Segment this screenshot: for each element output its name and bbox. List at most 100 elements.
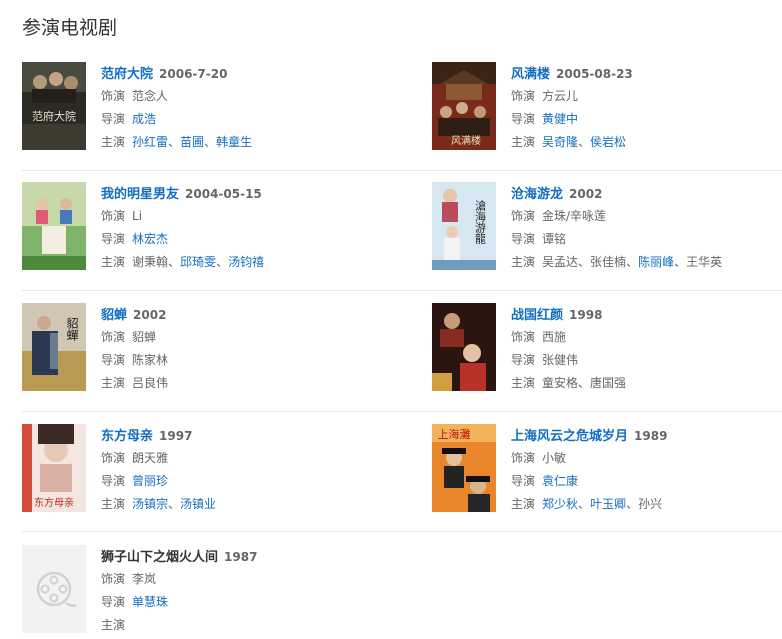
director-label: 导演 (101, 232, 126, 246)
cast-line: 主演 汤镇宗、汤镇业 (101, 495, 381, 513)
cast-name-link[interactable]: 苗圃 (180, 135, 204, 149)
director-line: 导演 袁仁康 (511, 472, 782, 490)
drama-item: 滄海游龍 沧海游龙 2002 饰演 金珠/辛咏莲 导演 谭铭 主演 吴孟达、张佳楠、陈丽峰、王华… (432, 182, 782, 272)
role-label: 饰演 (101, 209, 126, 223)
drama-date: 2002 (569, 187, 603, 201)
cast-name-link[interactable]: 陈丽峰 (638, 255, 674, 269)
drama-poster[interactable]: 上海灘 (432, 424, 496, 512)
director-name-link[interactable]: 成浩 (132, 112, 156, 126)
drama-title-link[interactable]: 东方母亲 (101, 429, 153, 444)
director-name-link[interactable]: 曾丽珍 (132, 474, 168, 488)
role-line: 饰演 西施 (511, 328, 782, 346)
drama-poster[interactable] (22, 182, 86, 270)
cast-label: 主演 (101, 618, 126, 632)
cast-label: 主演 (511, 497, 536, 511)
drama-item: 东方母亲 东方母亲 1997 饰演 朗天雅 导演 曾丽珍 主演 汤镇宗、汤镇业 (22, 424, 372, 514)
drama-date: 1989 (634, 429, 668, 443)
name-separator: 、 (674, 255, 687, 269)
drama-info: 战国红颜 1998 饰演 西施 导演 张健伟 主演 童安格、唐国强 (511, 303, 782, 392)
drama-item: 风满楼 风满楼 2005-08-23 饰演 方云儿 导演 黄健中 主演 吴奇隆、侯岩松 (432, 62, 782, 152)
svg-text:上海灘: 上海灘 (438, 427, 471, 441)
cast-name-link[interactable]: 汤钧禧 (228, 255, 264, 269)
role-name: 范念人 (132, 89, 169, 103)
cast-name-link[interactable]: 汤镇业 (180, 497, 216, 511)
cast-name-link[interactable]: 汤镇宗 (132, 497, 168, 511)
section-title: 参演电视剧 (22, 17, 118, 39)
drama-poster[interactable]: 滄海游龍 (432, 182, 496, 270)
director-label: 导演 (511, 232, 536, 246)
drama-poster[interactable]: 范府大院 (22, 62, 86, 150)
cast-name-link[interactable]: 邱琦雯 (180, 255, 216, 269)
director-name-link[interactable]: 林宏杰 (132, 232, 168, 246)
drama-title-line: 范府大院 2006-7-20 (101, 64, 381, 82)
role-line: 饰演 朗天雅 (101, 449, 381, 467)
name-separator: 、 (626, 497, 639, 511)
drama-info: 风满楼 2005-08-23 饰演 方云儿 导演 黄健中 主演 吴奇隆、侯岩松 (511, 62, 782, 151)
cast-label: 主演 (511, 135, 536, 149)
drama-date: 1997 (159, 429, 193, 443)
cast-name-link[interactable]: 叶玉卿 (590, 497, 626, 511)
cast-label: 主演 (101, 135, 126, 149)
drama-item: 我的明星男友 2004-05-15 饰演 Li 导演 林宏杰 主演 谢秉翰、邱琦雯、汤钧禧 (22, 182, 372, 272)
cast-name-link[interactable]: 侯岩松 (590, 135, 626, 149)
drama-date: 2005-08-23 (556, 67, 633, 81)
drama-title-link[interactable]: 貂蝉 (101, 308, 127, 323)
role-name: 李岚 (132, 572, 157, 586)
director-line: 导演 陈家林 (101, 351, 381, 369)
drama-poster[interactable] (432, 303, 496, 391)
director-name-link[interactable]: 单慧珠 (132, 595, 168, 609)
svg-text:滄海游龍: 滄海游龍 (474, 199, 487, 245)
drama-title-line: 狮子山下之烟火人间 1987 (101, 547, 381, 565)
drama-info: 貂蝉 2002 饰演 貂蝉 导演 陈家林 主演 吕良伟 (101, 303, 381, 392)
drama-title-link[interactable]: 我的明星男友 (101, 187, 179, 202)
drama-title-link[interactable]: 范府大院 (101, 67, 153, 82)
cast-name-link[interactable]: 吴奇隆 (542, 135, 578, 149)
drama-date: 1998 (569, 308, 603, 322)
name-separator: 、 (204, 135, 217, 149)
director-label: 导演 (511, 474, 536, 488)
cast-line: 主演 吴孟达、张佳楠、陈丽峰、王华英 (511, 253, 782, 271)
director-name-link[interactable]: 袁仁康 (542, 474, 578, 488)
drama-date: 1987 (224, 550, 258, 564)
role-line: 饰演 李岚 (101, 570, 381, 588)
name-separator: 、 (168, 497, 181, 511)
cast-name: 唐国强 (590, 376, 627, 390)
row-divider (22, 290, 782, 291)
name-separator: 、 (578, 497, 591, 511)
cast-name-link[interactable]: 郑少秋 (542, 497, 578, 511)
drama-title-link[interactable]: 战国红颜 (511, 308, 563, 323)
role-name: 朗天雅 (132, 451, 169, 465)
drama-info: 范府大院 2006-7-20 饰演 范念人 导演 成浩 主演 孙红雷、苗圃、韩童生 (101, 62, 381, 151)
drama-info: 东方母亲 1997 饰演 朗天雅 导演 曾丽珍 主演 汤镇宗、汤镇业 (101, 424, 381, 513)
cast-label: 主演 (511, 376, 536, 390)
role-line: 饰演 貂蝉 (101, 328, 381, 346)
drama-poster[interactable]: 貂蟬 (22, 303, 86, 391)
role-name: 方云儿 (542, 89, 579, 103)
role-label: 饰演 (101, 451, 126, 465)
svg-text:东方母亲: 东方母亲 (34, 496, 74, 509)
drama-date: 2004-05-15 (185, 187, 262, 201)
role-label: 饰演 (511, 89, 536, 103)
cast-name-link[interactable]: 韩童生 (216, 135, 252, 149)
row-divider (22, 411, 782, 412)
drama-title-link[interactable]: 沧海游龙 (511, 187, 563, 202)
name-separator: 、 (626, 255, 639, 269)
drama-item: 狮子山下之烟火人间 1987 饰演 李岚 导演 单慧珠 主演 (22, 545, 372, 635)
director-line: 导演 谭铭 (511, 230, 782, 248)
drama-date: 2006-7-20 (159, 67, 228, 81)
cast-line: 主演 谢秉翰、邱琦雯、汤钧禧 (101, 253, 381, 271)
cast-line: 主演 吕良伟 (101, 374, 381, 392)
role-name: 西施 (542, 330, 567, 344)
director-line: 导演 黄健中 (511, 110, 782, 128)
director-name-link[interactable]: 黄健中 (542, 112, 578, 126)
cast-name-link[interactable]: 孙红雷 (132, 135, 168, 149)
drama-poster[interactable]: 风满楼 (432, 62, 496, 150)
cast-line: 主演 (101, 616, 381, 634)
role-line: 饰演 范念人 (101, 87, 381, 105)
drama-title-link[interactable]: 风满楼 (511, 67, 550, 82)
cast-name: 吕良伟 (132, 376, 169, 390)
cast-label: 主演 (101, 255, 126, 269)
drama-title-link[interactable]: 上海风云之危城岁月 (511, 429, 628, 444)
drama-info: 狮子山下之烟火人间 1987 饰演 李岚 导演 单慧珠 主演 (101, 545, 381, 634)
drama-poster[interactable]: 东方母亲 (22, 424, 86, 512)
